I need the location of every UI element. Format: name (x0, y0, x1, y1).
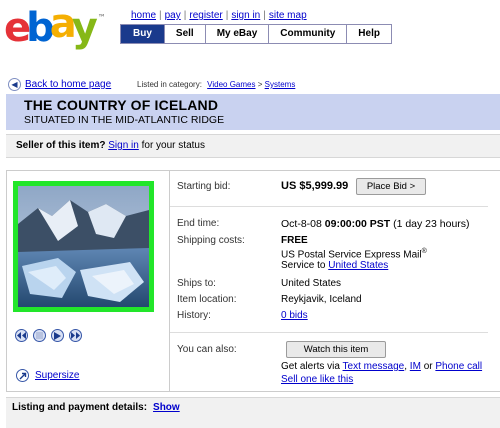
seller-status-suffix: for your status (141, 140, 205, 151)
tab-buy[interactable]: Buy (120, 25, 164, 43)
top-links: home | pay | register | sign in | site map (131, 10, 307, 21)
alerts-or: or (423, 361, 433, 372)
logo-letter-a: a (49, 1, 77, 47)
ships-to-value: United States (281, 278, 342, 289)
logo-letter-b: b (26, 5, 55, 51)
item-location-label: Item location: (177, 294, 237, 305)
category-systems-link[interactable]: Systems (265, 80, 296, 89)
listing-payment-details-bar: Listing and payment details: Show (6, 397, 500, 428)
breadcrumb: Listed in category: Video Games > System… (137, 80, 295, 89)
register-link[interactable]: register (189, 10, 222, 21)
shipping-service-name: US Postal Service Express Mail (281, 249, 422, 261)
phone-call-link[interactable]: Phone call (435, 361, 482, 372)
service-to: Service to United States (281, 260, 388, 271)
back-arrow-icon: ◀ (8, 78, 21, 91)
back-to-home-link[interactable]: Back to home page (25, 79, 111, 90)
end-time-label: End time: (177, 218, 220, 229)
seller-question: Seller of this item? (16, 140, 106, 151)
supersize-arrow-icon (16, 369, 29, 382)
logo-letter-y: y (71, 5, 98, 51)
end-time: 09:00:00 PST (324, 218, 391, 230)
item-title-banner: THE COUNTRY OF ICELAND SITUATED IN THE M… (6, 94, 500, 130)
alerts-prefix: Get alerts via (281, 361, 340, 372)
tab-help[interactable]: Help (346, 25, 391, 43)
listing-details-label: Listing and payment details: (12, 402, 148, 413)
service-to-united-states-link[interactable]: United States (328, 260, 388, 271)
starting-bid-value: US $5,999.99 (281, 180, 349, 192)
end-date: Oct-8-08 (281, 218, 322, 230)
tab-community[interactable]: Community (268, 25, 347, 43)
sell-one-like-this-link[interactable]: Sell one like this (281, 374, 353, 385)
pay-link[interactable]: pay (165, 10, 181, 21)
back-to-home[interactable]: ◀ Back to home page (8, 78, 111, 91)
logo-trademark: ™ (97, 13, 106, 22)
you-can-also-label: You can also: (177, 344, 237, 355)
shipping-service: US Postal Service Express Mail® (281, 248, 427, 260)
main-nav: Buy Sell My eBay Community Help (120, 24, 392, 44)
item-subtitle: SITUATED IN THE MID-ATLANTIC RIDGE (24, 114, 225, 126)
sign-in-link[interactable]: sign in (231, 10, 260, 21)
watch-item-button[interactable]: Watch this item (286, 341, 386, 358)
ebay-logo[interactable]: ebay ™ (4, 2, 108, 51)
show-details-link[interactable]: Show (153, 402, 180, 413)
item-location-value: Reykjavik, Iceland (281, 294, 362, 305)
im-link[interactable]: IM (410, 361, 421, 372)
supersize-link-group[interactable]: Supersize (16, 369, 79, 382)
category-label: Listed in category: (137, 80, 202, 89)
shipping-costs-label: Shipping costs: (177, 235, 245, 246)
time-remaining: (1 day 23 hours) (393, 218, 470, 230)
supersize-link[interactable]: Supersize (35, 370, 79, 381)
divider (170, 332, 488, 333)
bid-history-link[interactable]: 0 bids (281, 310, 308, 321)
previous-photo-icon[interactable] (15, 329, 28, 342)
starting-bid-label: Starting bid: (177, 181, 231, 192)
play-slideshow-icon[interactable] (51, 329, 64, 342)
item-title: THE COUNTRY OF ICELAND (24, 97, 219, 113)
text-message-link[interactable]: Text message (343, 361, 405, 372)
service-to-prefix: Service to (281, 260, 326, 271)
tab-my-ebay[interactable]: My eBay (204, 25, 269, 43)
logo-letter-e: e (4, 5, 31, 51)
history-label: History: (177, 310, 211, 321)
breadcrumb-separator: > (257, 80, 263, 89)
divider (170, 206, 488, 207)
home-link[interactable]: home (131, 10, 156, 21)
photo-box: Supersize (7, 171, 170, 391)
category-video-games-link[interactable]: Video Games (207, 80, 255, 89)
end-time-value: Oct-8-08 09:00:00 PST (1 day 23 hours) (281, 218, 470, 230)
seller-sign-in-link[interactable]: Sign in (108, 140, 139, 151)
ships-to-label: Ships to: (177, 278, 216, 289)
next-photo-icon[interactable] (69, 329, 82, 342)
item-details-panel: Supersize (6, 170, 500, 392)
place-bid-button[interactable]: Place Bid > (356, 178, 426, 195)
site-map-link[interactable]: site map (269, 10, 307, 21)
item-photo[interactable] (13, 181, 154, 312)
seller-status-bar: Seller of this item? Sign in for your st… (6, 134, 500, 158)
tab-sell[interactable]: Sell (163, 25, 205, 43)
stop-slideshow-icon[interactable] (33, 329, 46, 342)
photo-controls (15, 329, 82, 342)
registered-mark: ® (421, 248, 427, 255)
iceland-glacier-image (18, 186, 149, 307)
alerts-line: Get alerts via Text message, IM or Phone… (281, 361, 483, 372)
shipping-costs-value: FREE (281, 235, 308, 246)
